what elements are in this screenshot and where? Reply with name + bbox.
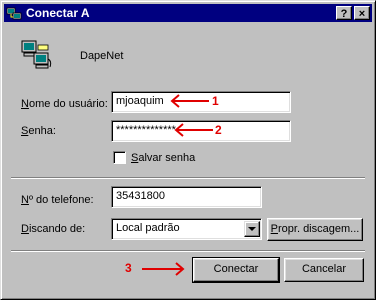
arrow-annotation-3 (142, 262, 185, 276)
arrow-annotation-1 (170, 94, 209, 108)
connect-button[interactable]: Conectar (192, 257, 280, 283)
dialup-connection-icon (6, 7, 22, 20)
dialing-properties-button[interactable]: Propr. discagem... (267, 218, 363, 241)
save-password-checkbox[interactable] (113, 151, 126, 164)
cancel-button[interactable]: Cancelar (284, 258, 364, 282)
step-number-3: 3 (125, 261, 132, 275)
connection-name: DapeNet (80, 50, 124, 62)
password-value: ************** (116, 124, 176, 136)
arrow-annotation-2 (174, 123, 213, 137)
help-button[interactable]: ? (336, 6, 352, 20)
close-button[interactable]: × (354, 6, 370, 20)
password-label: Senha: (21, 125, 56, 137)
dialing-from-select[interactable]: Local padrão (111, 218, 262, 240)
save-password-label[interactable]: Salvar senha (131, 152, 195, 164)
username-label: Nome do usuário: (21, 98, 108, 110)
connection-computers-icon (21, 40, 52, 69)
step-number-1: 1 (212, 94, 219, 108)
phone-field[interactable]: 35431800 (111, 186, 262, 208)
title-bar: Conectar A ? × (4, 4, 372, 22)
step-number-2: 2 (215, 123, 222, 137)
window-title: Conectar A (26, 6, 90, 20)
separator-top (11, 177, 365, 179)
dialog-window: Conectar A ? × DapeNet Nome do usuário: … (0, 0, 376, 300)
dialing-from-value: Local padrão (116, 222, 180, 234)
separator-bottom (11, 250, 365, 252)
username-value: mjoaquim (116, 95, 164, 107)
chevron-down-icon (248, 227, 256, 231)
phone-value: 35431800 (116, 190, 165, 202)
phone-label: Nº do telefone: (21, 194, 94, 206)
dialing-from-label: Discando de: (21, 223, 86, 235)
dropdown-button[interactable] (244, 221, 260, 237)
